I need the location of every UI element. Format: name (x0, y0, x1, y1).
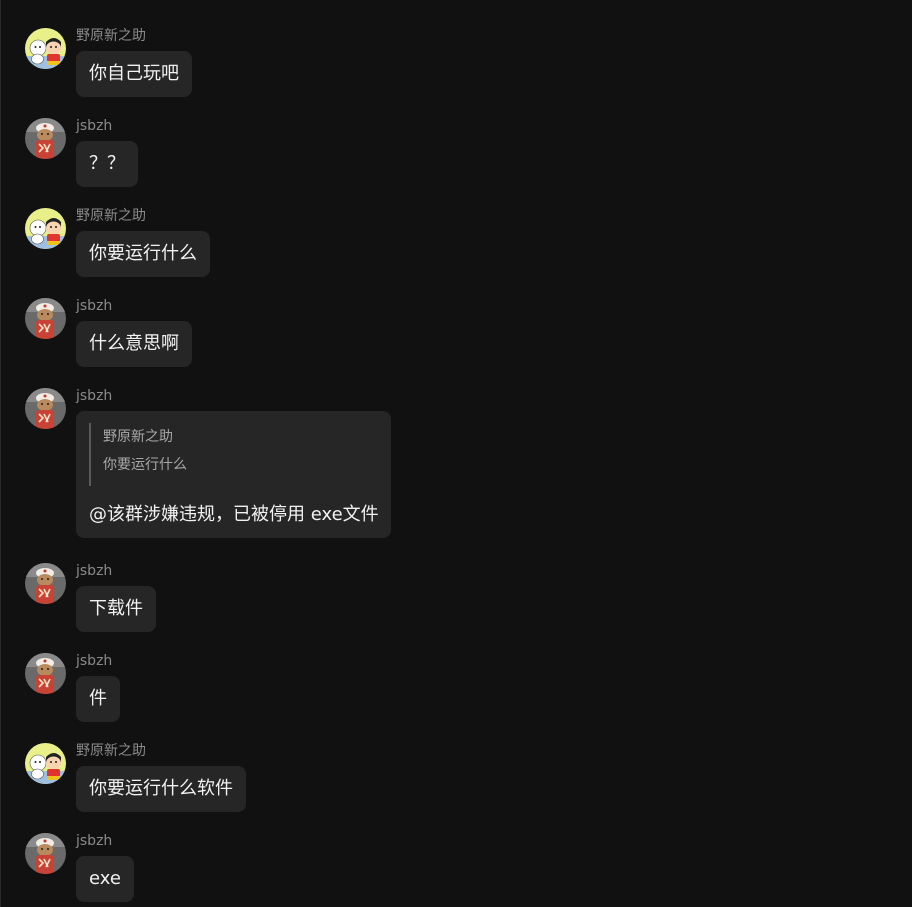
chat-history: 野原新之助 你自己玩吧 jsbzh ？？ 野原新之助 你要运行什么 jsbzh … (0, 0, 912, 907)
monkey-avatar[interactable] (25, 118, 66, 159)
monkey-avatar[interactable] (25, 388, 66, 429)
message-bubble[interactable]: ？？ (76, 141, 138, 187)
shinchan-avatar[interactable] (25, 208, 66, 249)
sender-name: jsbzh (76, 833, 113, 849)
sender-name: jsbzh (76, 118, 113, 134)
sender-name: 野原新之助 (76, 28, 146, 44)
sender-name: jsbzh (76, 653, 113, 669)
monkey-avatar[interactable] (25, 298, 66, 339)
monkey-avatar[interactable] (25, 653, 66, 694)
sender-name: 野原新之助 (76, 743, 146, 759)
message-bubble[interactable]: 你自己玩吧 (76, 51, 192, 97)
sender-name: jsbzh (76, 388, 113, 404)
quoted-message[interactable]: 野原新之助 你要运行什么 (89, 423, 379, 486)
quote-text: 你要运行什么 (103, 457, 187, 473)
reply-message-bubble[interactable]: 野原新之助 你要运行什么 @该群涉嫌违规，已被停用 exe文件 (76, 411, 391, 538)
sender-name: 野原新之助 (76, 208, 146, 224)
message-bubble[interactable]: 件 (76, 676, 120, 722)
message-bubble[interactable]: 什么意思啊 (76, 321, 192, 367)
sender-name: jsbzh (76, 563, 113, 579)
message-bubble[interactable]: exe (76, 856, 134, 902)
message-text: @该群涉嫌违规，已被停用 exe文件 (89, 504, 379, 525)
shinchan-avatar[interactable] (25, 743, 66, 784)
monkey-avatar[interactable] (25, 563, 66, 604)
message-bubble[interactable]: 你要运行什么软件 (76, 766, 246, 812)
shinchan-avatar[interactable] (25, 28, 66, 69)
message-bubble[interactable]: 你要运行什么 (76, 231, 210, 277)
quote-sender: 野原新之助 (103, 429, 173, 445)
sender-name: jsbzh (76, 298, 113, 314)
message-bubble[interactable]: 下载件 (76, 586, 156, 632)
monkey-avatar[interactable] (25, 833, 66, 874)
